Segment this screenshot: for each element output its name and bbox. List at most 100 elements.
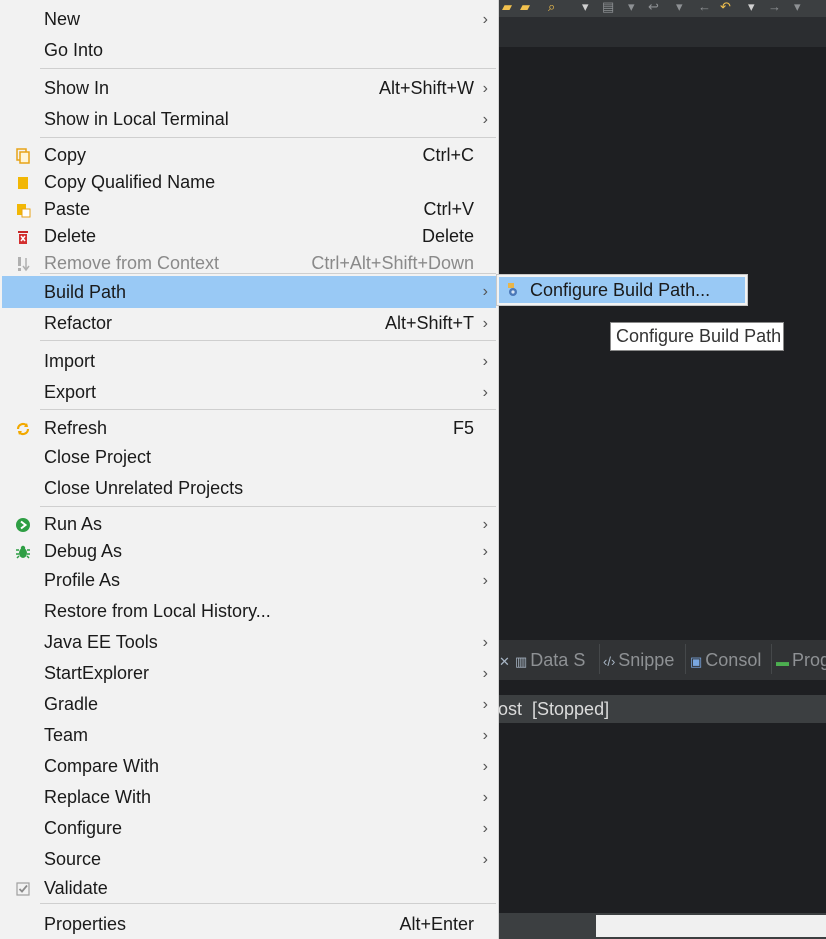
menu-item-paste[interactable]: Paste Ctrl+V — [2, 196, 496, 223]
menu-item-label: Validate — [44, 878, 108, 898]
view-gap — [498, 680, 826, 695]
submenu-arrow-icon: › — [482, 789, 488, 806]
submenu-arrow-icon: › — [482, 696, 488, 713]
menu-item-label: Configure — [44, 818, 123, 838]
menu-item-label: Close Project — [44, 447, 152, 467]
progress-icon: ▬ — [776, 654, 789, 669]
previous-edit-icon[interactable]: ↩ — [648, 0, 659, 14]
menu-item-properties[interactable]: Properties Alt+Enter — [2, 911, 496, 938]
menu-item-copy[interactable]: Copy Ctrl+C — [2, 142, 496, 169]
submenu-arrow-icon: › — [482, 283, 488, 300]
view-tab-close-icon[interactable]: ✕ — [499, 646, 513, 674]
dropdown-icon[interactable]: ▾ — [628, 0, 635, 14]
submenu-arrow-icon: › — [482, 516, 488, 533]
tooltip-text: Configure Build Path — [616, 326, 782, 346]
menu-item-configure[interactable]: Configure › — [2, 813, 496, 844]
menu-item-label: Go Into — [44, 40, 104, 60]
shortcut-text: Delete — [421, 226, 474, 246]
submenu-arrow-icon: › — [482, 543, 488, 560]
menu-item-label: Show in Local Terminal — [44, 109, 229, 129]
data-source-icon: ▥ — [515, 654, 528, 669]
open-file-icon[interactable]: ▰ — [520, 0, 530, 14]
dropdown-icon[interactable]: ▾ — [582, 0, 589, 14]
menu-item-gradle[interactable]: Gradle › — [2, 689, 496, 720]
refresh-icon — [15, 421, 31, 437]
horizontal-scrollbar[interactable] — [596, 915, 826, 937]
console-output[interactable] — [498, 723, 826, 913]
submenu-arrow-icon: › — [482, 758, 488, 775]
menu-item-java-ee-tools[interactable]: Java EE Tools › — [2, 627, 496, 658]
submenu-arrow-icon: › — [482, 384, 488, 401]
build-path-icon — [508, 283, 517, 296]
menu-item-label: Copy — [44, 145, 87, 165]
menu-item-label: Paste — [44, 199, 91, 219]
submenu-arrow-icon: › — [482, 315, 488, 332]
submenu-arrow-icon: › — [482, 851, 488, 868]
document-icon[interactable]: ▤ — [602, 0, 614, 14]
menu-item-debug-as[interactable]: Debug As › — [2, 538, 496, 565]
configure-build-path-label: Configure Build Path... — [530, 280, 711, 300]
tab-progress[interactable]: ▬ Prog — [776, 646, 826, 674]
menu-item-close-project[interactable]: Close Project — [2, 442, 496, 473]
menu-item-label: Replace With — [44, 787, 152, 807]
menu-item-delete[interactable]: Delete Delete — [2, 223, 496, 250]
menu-item-label: Copy Qualified Name — [44, 172, 216, 192]
menu-item-close-unrelated-projects[interactable]: Close Unrelated Projects — [2, 473, 496, 504]
menu-item-label: Run As — [44, 514, 103, 534]
menu-item-import[interactable]: Import › — [2, 346, 496, 377]
remove-from-context-icon — [15, 256, 31, 272]
menu-separator — [40, 137, 496, 138]
menu-separator — [40, 68, 496, 69]
search-icon[interactable]: ⌕ — [548, 0, 555, 14]
tab-console[interactable]: ▣ Consol — [690, 646, 761, 674]
menu-separator — [40, 273, 496, 274]
forward-arrow-icon[interactable]: → — [768, 0, 781, 14]
menu-item-compare-with[interactable]: Compare With › — [2, 751, 496, 782]
menu-item-label: New — [44, 9, 81, 29]
menu-item-source[interactable]: Source › — [2, 844, 496, 875]
dropdown-icon[interactable]: ▾ — [676, 0, 683, 14]
menu-item-export[interactable]: Export › — [2, 377, 496, 408]
submenu-arrow-icon: › — [482, 11, 488, 28]
copy-qualified-name-icon — [15, 175, 31, 191]
menu-item-refactor[interactable]: Refactor Alt+Shift+T › — [2, 308, 496, 339]
shortcut-text: Ctrl+C — [422, 145, 474, 165]
submenu-arrow-icon: › — [482, 727, 488, 744]
menu-item-replace-with[interactable]: Replace With › — [2, 782, 496, 813]
tab-data-source[interactable]: ▥ Data S — [515, 646, 585, 674]
menu-item-run-as[interactable]: Run As › — [2, 511, 496, 538]
shortcut-text: Alt+Enter — [399, 914, 474, 934]
submenu-arrow-icon: › — [482, 572, 488, 589]
menu-item-validate[interactable]: Validate — [2, 875, 496, 902]
menu-item-new[interactable]: New › — [2, 4, 496, 35]
run-icon — [15, 517, 31, 533]
menu-item-copy-qualified-name[interactable]: Copy Qualified Name — [2, 169, 496, 196]
menu-item-profile-as[interactable]: Profile As › — [2, 565, 496, 596]
menu-item-show-in-local-terminal[interactable]: Show in Local Terminal › — [2, 104, 496, 135]
back-arrow-icon[interactable]: ← — [698, 0, 711, 14]
menu-item-refresh[interactable]: Refresh F5 — [2, 415, 496, 442]
menu-item-go-into[interactable]: Go Into — [2, 35, 496, 66]
back-history-icon[interactable]: ↶ — [720, 0, 731, 14]
validate-check-icon — [15, 881, 31, 897]
dropdown-icon[interactable]: ▾ — [794, 0, 801, 14]
shortcut-text: Alt+Shift+W — [378, 78, 474, 98]
menu-item-show-in[interactable]: Show In Alt+Shift+W › — [2, 73, 496, 104]
tab-snippets[interactable]: ‹/› Snippe — [603, 646, 674, 674]
menu-item-label: Team — [44, 725, 89, 745]
tooltip: Configure Build Path — [610, 322, 784, 351]
menu-item-build-path[interactable]: Build Path › — [2, 276, 496, 308]
console-status-text: ost [Stopped] — [498, 699, 610, 719]
submenu-arrow-icon: › — [482, 111, 488, 128]
menu-item-label: Build Path — [44, 282, 127, 302]
configure-build-path-item[interactable]: Configure Build Path... — [499, 277, 745, 303]
menu-item-startexplorer[interactable]: StartExplorer › — [2, 658, 496, 689]
menu-item-restore-from-local-history[interactable]: Restore from Local History... — [2, 596, 496, 627]
menu-item-team[interactable]: Team › — [2, 720, 496, 751]
build-path-submenu: Configure Build Path... — [496, 274, 748, 306]
open-folder-icon[interactable]: ▰ — [502, 0, 512, 14]
paste-icon — [15, 202, 31, 218]
shortcut-text: Alt+Shift+T — [384, 313, 474, 333]
context-menu: New › Go Into Show In Alt+Shift+W › Show in Lo… — [0, 0, 499, 939]
dropdown-icon[interactable]: ▾ — [748, 0, 755, 14]
